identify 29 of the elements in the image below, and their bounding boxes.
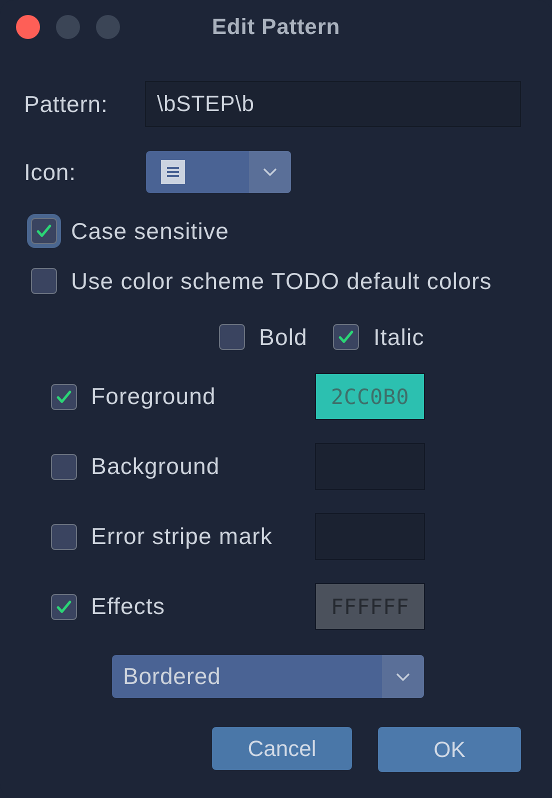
checkbox-label: Use color scheme TODO default colors: [71, 268, 492, 294]
checkbox-label: Italic: [373, 324, 424, 350]
checkbox-label: Bold: [259, 324, 308, 350]
effect-dropdown[interactable]: Bordered: [112, 655, 424, 698]
checkbox-label: Case sensitive: [71, 218, 229, 244]
checkbox-label: Error stripe mark: [91, 523, 272, 550]
color-swatch[interactable]: 2CC0B0: [315, 373, 425, 420]
checkbox-label: Foreground: [91, 383, 216, 410]
chevron-icon: [262, 167, 278, 177]
checkbox[interactable]: [31, 268, 57, 294]
chevron-icon: [395, 672, 411, 682]
checkbox-label: Background: [91, 453, 220, 480]
checkbox[interactable]: [51, 524, 77, 550]
checkbox[interactable]: [51, 594, 77, 620]
icon-label: Icon:: [23, 158, 77, 186]
window-title: Edit Pattern: [212, 14, 340, 40]
pattern-field[interactable]: \bSTEP\b: [145, 81, 521, 127]
checkbox[interactable]: [333, 324, 360, 350]
close-button[interactable]: [16, 15, 40, 39]
checkbox[interactable]: [219, 324, 245, 350]
pattern-label: Pattern:: [23, 90, 109, 118]
list-icon: [161, 160, 185, 184]
checkbox[interactable]: [51, 384, 77, 410]
cancel-button[interactable]: Cancel: [212, 727, 352, 770]
checkbox[interactable]: [51, 454, 77, 480]
checkbox-label: Effects: [91, 593, 166, 620]
ok-button[interactable]: OK: [378, 727, 521, 772]
icon-dropdown[interactable]: [146, 151, 291, 193]
dropdown-value: Bordered: [123, 663, 221, 690]
